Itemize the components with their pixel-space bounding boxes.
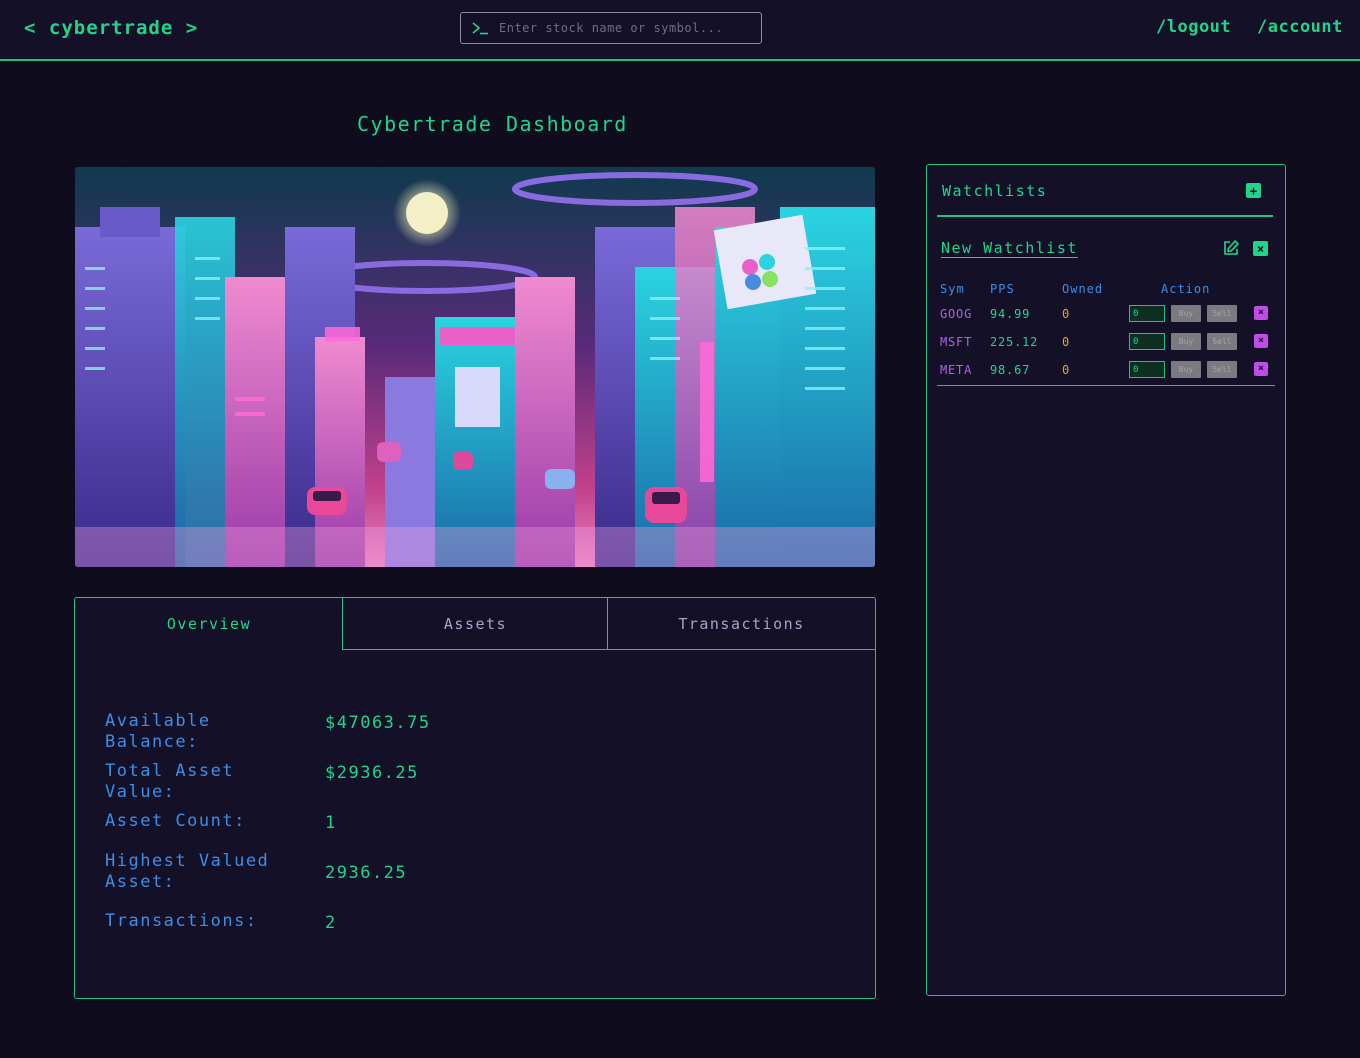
row-pps: 94.99	[990, 307, 1031, 321]
watchlist-row: GOOG 94.99 0 Buy Sell ×	[927, 303, 1285, 325]
top-navbar: < cybertrade > /logout /account	[0, 0, 1360, 61]
quantity-input[interactable]	[1129, 305, 1165, 322]
available-balance-label: Available Balance:	[105, 711, 211, 752]
remove-symbol-button[interactable]: ×	[1254, 362, 1268, 376]
available-balance-value: $47063.75	[325, 713, 431, 733]
logout-link[interactable]: /logout	[1156, 17, 1231, 37]
total-asset-value-label: Total Asset Value:	[105, 761, 235, 802]
row-symbol: MSFT	[940, 335, 973, 349]
buy-button[interactable]: Buy	[1171, 361, 1201, 378]
page-title: Cybertrade Dashboard	[357, 112, 628, 136]
remove-symbol-button[interactable]: ×	[1254, 334, 1268, 348]
row-owned: 0	[1062, 307, 1071, 321]
column-header-pps: PPS	[990, 282, 1015, 296]
row-pps: 98.67	[990, 363, 1031, 377]
transactions-value: 2	[325, 913, 337, 933]
edit-icon[interactable]	[1222, 239, 1240, 257]
buy-button[interactable]: Buy	[1171, 305, 1201, 322]
total-asset-value-value: $2936.25	[325, 763, 419, 783]
divider	[937, 385, 1275, 386]
column-header-action: Action	[1161, 282, 1211, 296]
row-owned: 0	[1062, 335, 1071, 349]
buy-button[interactable]: Buy	[1171, 333, 1201, 350]
search-input[interactable]	[499, 21, 749, 35]
portfolio-panel: Overview Assets Transactions Available B…	[74, 597, 876, 999]
sell-button[interactable]: Sell	[1207, 333, 1237, 350]
row-symbol: GOOG	[940, 307, 973, 321]
tab-overview[interactable]: Overview	[75, 598, 343, 650]
row-owned: 0	[1062, 363, 1071, 377]
tab-bar: Overview Assets Transactions	[75, 598, 875, 650]
brand-logo[interactable]: < cybertrade >	[24, 17, 198, 39]
sell-button[interactable]: Sell	[1207, 305, 1237, 322]
remove-symbol-button[interactable]: ×	[1254, 306, 1268, 320]
row-symbol: META	[940, 363, 973, 377]
account-link[interactable]: /account	[1257, 17, 1343, 37]
quantity-input[interactable]	[1129, 361, 1165, 378]
asset-count-label: Asset Count:	[105, 811, 246, 831]
divider	[937, 215, 1273, 217]
sell-button[interactable]: Sell	[1207, 361, 1237, 378]
quantity-input[interactable]	[1129, 333, 1165, 350]
terminal-icon	[471, 20, 489, 36]
column-header-owned: Owned	[1062, 282, 1104, 296]
watchlists-title: Watchlists	[942, 182, 1048, 200]
watchlist-row: META 98.67 0 Buy Sell ×	[927, 359, 1285, 381]
highest-valued-asset-value: 2936.25	[325, 863, 408, 883]
row-pps: 225.12	[990, 335, 1039, 349]
asset-count-value: 1	[325, 813, 337, 833]
tab-transactions[interactable]: Transactions	[607, 598, 875, 650]
cyberpunk-city-image	[75, 167, 875, 567]
watchlists-panel: Watchlists + New Watchlist × Sym PPS Own…	[926, 164, 1286, 996]
highest-valued-asset-label: Highest Valued Asset:	[105, 851, 270, 892]
add-watchlist-button[interactable]: +	[1246, 183, 1261, 198]
watchlist-name-link[interactable]: New Watchlist	[941, 239, 1078, 257]
delete-watchlist-button[interactable]: ×	[1253, 241, 1268, 256]
search-bar[interactable]	[460, 12, 762, 44]
tab-assets[interactable]: Assets	[342, 598, 608, 650]
transactions-label: Transactions:	[105, 911, 258, 931]
watchlist-row: MSFT 225.12 0 Buy Sell ×	[927, 331, 1285, 353]
column-header-sym: Sym	[940, 282, 965, 296]
